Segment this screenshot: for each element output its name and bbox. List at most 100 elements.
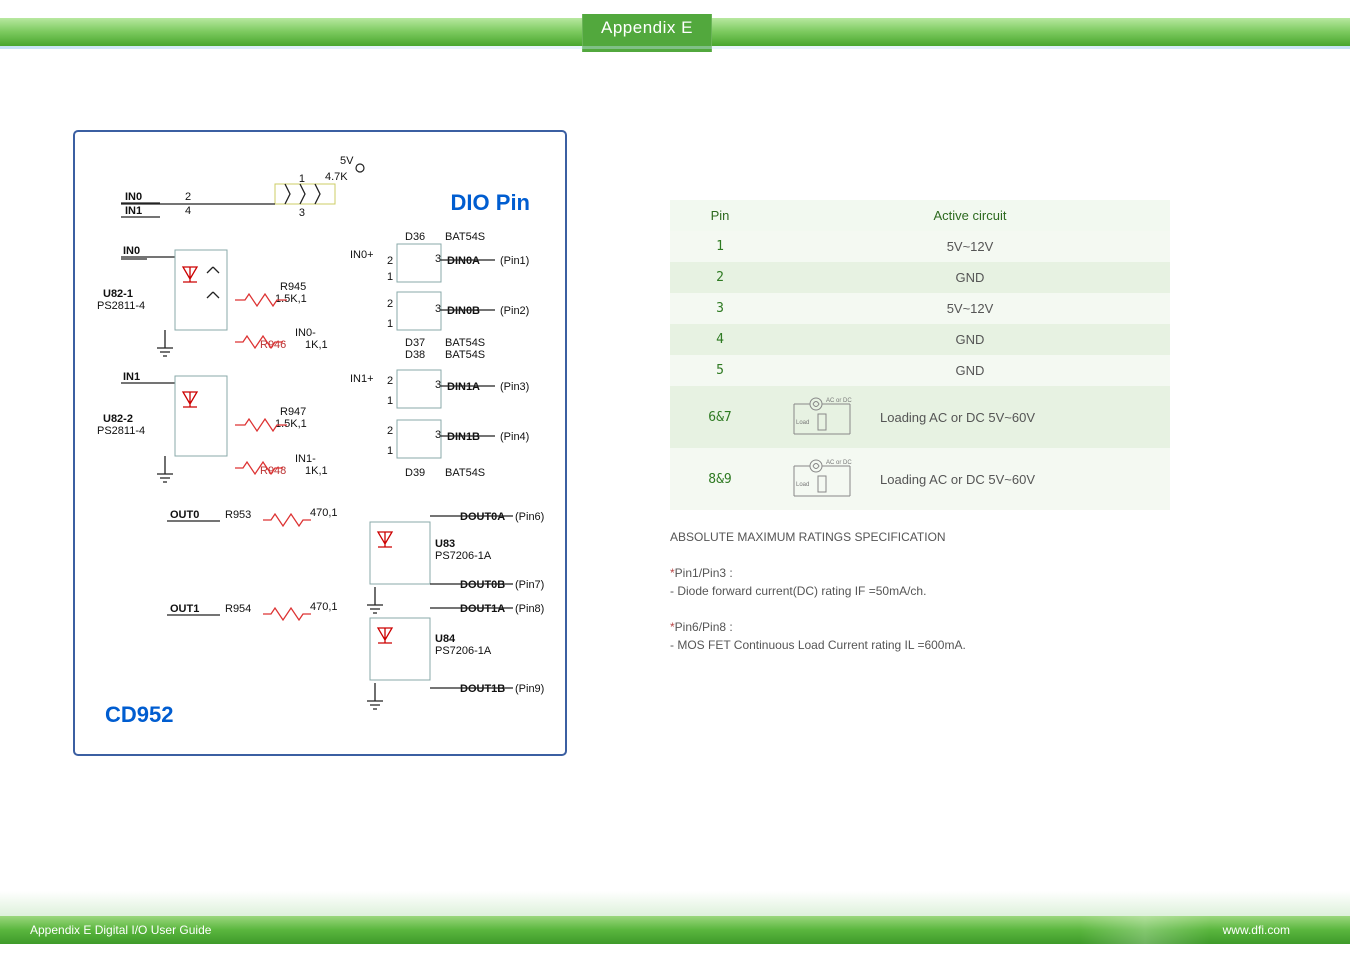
d38: D38 <box>405 349 425 361</box>
diagram-column: 5V 4.7K 1 3 IN0 IN1 2 4 DIO Pin IN0 <box>40 70 600 756</box>
cell-desc: GND <box>770 262 1170 293</box>
u82-1-box <box>175 250 227 330</box>
svg-text:2: 2 <box>387 298 393 310</box>
content-area: 5V 4.7K 1 3 IN0 IN1 2 4 DIO Pin IN0 <box>0 70 1350 874</box>
svg-text:1: 1 <box>387 395 393 407</box>
cell-pin: 3 <box>670 293 770 324</box>
svg-text:IN1: IN1 <box>123 371 140 383</box>
dout1b: DOUT1B <box>460 683 505 695</box>
r945-label: R945 <box>280 281 306 293</box>
in1p: IN1+ <box>350 373 374 385</box>
gnd-0 <box>157 330 173 356</box>
cell-pin: 2 <box>670 262 770 293</box>
svg-text:2: 2 <box>185 191 191 203</box>
pin1: (Pin1) <box>500 255 529 267</box>
spec-column: Pin Active circuit 1 5V~12V 2 GND 3 5V~1… <box>670 70 1170 654</box>
svg-text:1: 1 <box>299 173 305 185</box>
footer-bar: Appendix E Digital I/O User Guide www.df… <box>0 916 1350 944</box>
cell-pin: 4 <box>670 324 770 355</box>
svg-text:4: 4 <box>185 205 191 217</box>
table-row: 3 5V~12V <box>670 293 1170 324</box>
din0b: DIN0B <box>447 305 480 317</box>
cell-pin: 1 <box>670 231 770 262</box>
table-header-row: Pin Active circuit <box>670 200 1170 231</box>
out0: OUT0 <box>170 509 199 521</box>
label-in1: IN1 <box>125 205 142 217</box>
r948-val: 1K,1 <box>305 465 328 477</box>
notes-block: ABSOLUTE MAXIMUM RATINGS SPECIFICATION *… <box>670 528 1170 654</box>
th-active: Active circuit <box>770 200 1170 231</box>
in0p: IN0+ <box>350 249 374 261</box>
footer-gradient <box>0 891 1350 916</box>
vcc-circle <box>356 164 364 172</box>
svg-text:2: 2 <box>387 375 393 387</box>
dout0a: DOUT0A <box>460 511 505 523</box>
pin8: (Pin8) <box>515 603 544 615</box>
pin7: (Pin7) <box>515 579 544 591</box>
cell-desc: GND <box>770 324 1170 355</box>
pin4: (Pin4) <box>500 431 529 443</box>
svg-text:BAT54S: BAT54S <box>445 337 485 349</box>
footer-right: www.dfi.com <box>1223 923 1290 937</box>
u82-1-label: U82-1 <box>103 288 133 300</box>
header-underline <box>0 46 1350 49</box>
u83-label: U83 <box>435 538 455 550</box>
svg-text:1: 1 <box>387 445 393 457</box>
svg-text:AC or DC: AC or DC <box>826 398 852 404</box>
note-1-body: - Diode forward current(DC) rating IF =5… <box>670 584 926 598</box>
cell-pin: 6&7 <box>670 386 770 448</box>
u83-sub: PS7206-1A <box>435 550 492 562</box>
u83-box <box>370 522 430 584</box>
u82-2-sub: PS2811-4 <box>97 425 145 437</box>
pin6: (Pin6) <box>515 511 544 523</box>
table-row: 4 GND <box>670 324 1170 355</box>
r953-val: 470,1 <box>310 507 338 519</box>
svg-text:AC or DC: AC or DC <box>826 460 852 466</box>
svg-text:3: 3 <box>435 253 441 265</box>
d39: D39 <box>405 467 425 479</box>
schematic-svg: 5V 4.7K 1 3 IN0 IN1 2 4 DIO Pin IN0 <box>75 132 565 754</box>
svg-text:1: 1 <box>387 318 393 330</box>
diagram-frame: 5V 4.7K 1 3 IN0 IN1 2 4 DIO Pin IN0 <box>73 130 567 756</box>
u82-1-sub: PS2811-4 <box>97 300 145 312</box>
label-dio-pin: DIO Pin <box>451 190 530 215</box>
footer-left: Appendix E Digital I/O User Guide <box>30 923 211 937</box>
note-2-body: - MOS FET Continuous Load Current rating… <box>670 638 966 652</box>
table-row: 8&9 AC or DC <box>670 448 1170 510</box>
svg-text:2: 2 <box>387 255 393 267</box>
u84-label: U84 <box>435 633 456 645</box>
pin2: (Pin2) <box>500 305 529 317</box>
dout0b: DOUT0B <box>460 579 505 591</box>
d37: D37 <box>405 337 425 349</box>
cell-pin: 5 <box>670 355 770 386</box>
in1m: IN1- <box>295 453 316 465</box>
u82-2-box <box>175 376 227 456</box>
svg-text:Load: Load <box>796 420 809 426</box>
din1b: DIN1B <box>447 431 480 443</box>
cell-desc: AC or DC Load Loading AC or DC 5V~60V <box>770 448 1170 510</box>
d36: D36 <box>405 231 425 243</box>
cell-desc: 5V~12V <box>770 293 1170 324</box>
cell-desc-text: Loading AC or DC 5V~60V <box>880 472 1035 487</box>
header-spacer <box>0 18 582 46</box>
svg-text:2: 2 <box>387 425 393 437</box>
in0m: IN0- <box>295 327 316 339</box>
r945-val: 1.5K,1 <box>275 293 307 305</box>
table-row: 2 GND <box>670 262 1170 293</box>
din0a: DIN0A <box>447 255 480 267</box>
note-1-head: Pin1/Pin3 : <box>675 566 733 580</box>
u84-box <box>370 618 430 680</box>
r947-label: R947 <box>280 406 306 418</box>
out1: OUT1 <box>170 603 199 615</box>
svg-text:IN0: IN0 <box>123 245 140 257</box>
dout1a: DOUT1A <box>460 603 505 615</box>
bat54s-1: BAT54S <box>445 231 485 243</box>
r953-label: R953 <box>225 509 251 521</box>
svg-text:1: 1 <box>387 271 393 283</box>
footer-stripe <box>1080 916 1210 944</box>
table-row: 6&7 AC or DC <box>670 386 1170 448</box>
table-row: 1 5V~12V <box>670 231 1170 262</box>
label-cd952: CD952 <box>105 702 173 727</box>
r946-val: 1K,1 <box>305 339 328 351</box>
label-4_7k: 4.7K <box>325 171 348 183</box>
